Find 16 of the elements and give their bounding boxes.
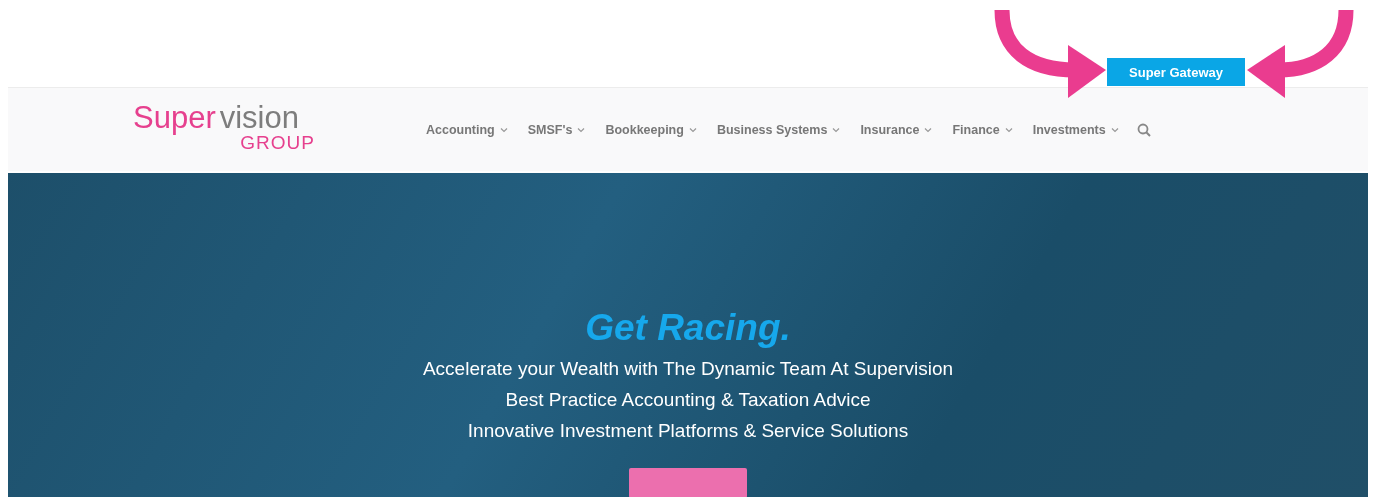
logo-subtitle: GROUP [240, 132, 315, 152]
nav-menu-item[interactable]: Investments [1032, 122, 1119, 137]
nav-menu-item[interactable]: Accounting [426, 122, 508, 137]
hero-tagline: Accelerate your Wealth with The Dynamic Team At Supervision [422, 357, 954, 381]
logo-word: vision [219, 101, 299, 133]
hero-heading: Get Racing. [585, 307, 791, 349]
nav-menu-item[interactable]: Bookkeeping [605, 122, 697, 137]
nav-menu-item[interactable]: Finance [952, 122, 1013, 137]
hero-tagline: Best Practice Accounting & Taxation Advice [505, 388, 871, 412]
nav-menu-item[interactable]: Business Systems [716, 122, 841, 137]
super-gateway-button[interactable]: Super Gateway [1107, 58, 1245, 86]
nav-menu-item[interactable]: Insurance [860, 122, 933, 137]
hero-tagline: Innovative Investment Platforms & Service Solutions [467, 419, 909, 443]
search-icon[interactable] [1136, 122, 1151, 137]
logo-word: Super [133, 101, 216, 133]
nav-menu-item[interactable]: SMSF's [527, 122, 586, 137]
